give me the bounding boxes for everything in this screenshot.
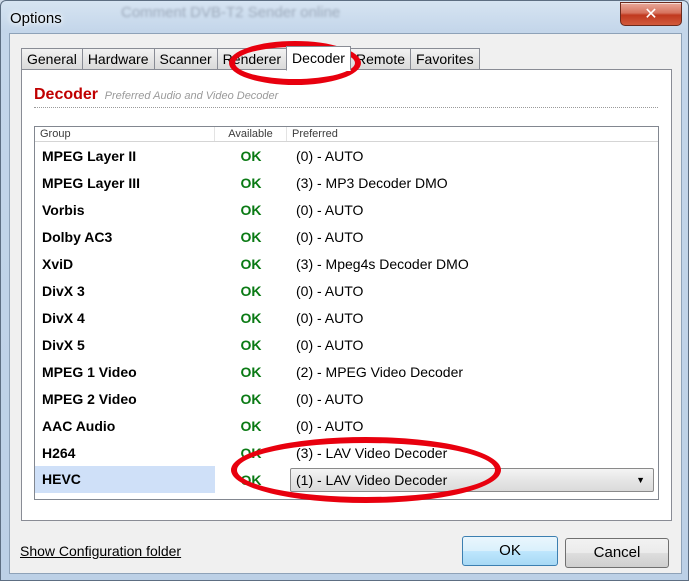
- list-row[interactable]: MPEG 2 Video OK (0) - AUTO: [35, 385, 658, 412]
- column-header-preferred[interactable]: Preferred: [287, 127, 658, 141]
- row-preferred[interactable]: (0) - AUTO: [287, 337, 658, 353]
- row-group: MPEG Layer III: [42, 174, 141, 191]
- section-divider: [34, 107, 658, 108]
- close-button[interactable]: ✕: [620, 2, 682, 26]
- row-group: Dolby AC3: [42, 228, 113, 245]
- dropdown-arrow-icon[interactable]: ▼: [636, 475, 645, 485]
- dropdown-value: (1) - LAV Video Decoder: [296, 471, 448, 488]
- list-row[interactable]: Vorbis OK (0) - AUTO: [35, 196, 658, 223]
- row-preferred[interactable]: (2) - MPEG Video Decoder: [287, 364, 658, 380]
- row-preferred[interactable]: (0) - AUTO: [287, 310, 658, 326]
- ok-button[interactable]: OK: [462, 536, 558, 566]
- row-available: OK: [240, 147, 262, 164]
- row-group: MPEG 2 Video: [42, 390, 137, 407]
- cancel-button[interactable]: Cancel: [565, 538, 669, 568]
- row-preferred[interactable]: (0) - AUTO: [287, 229, 658, 245]
- list-row[interactable]: DivX 5 OK (0) - AUTO: [35, 331, 658, 358]
- list-row[interactable]: MPEG Layer III OK (3) - MP3 Decoder DMO: [35, 169, 658, 196]
- column-header-available[interactable]: Available: [215, 127, 287, 141]
- row-group: Vorbis: [42, 201, 85, 218]
- tab-hardware[interactable]: Hardware: [81, 48, 155, 70]
- row-preferred[interactable]: (0) - AUTO: [287, 148, 658, 164]
- close-icon: ✕: [644, 6, 658, 23]
- row-available: OK: [240, 255, 262, 272]
- list-row[interactable]: MPEG Layer II OK (0) - AUTO: [35, 142, 658, 169]
- row-available: OK: [240, 444, 262, 461]
- options-window: Comment DVB-T2 Sender online Options ✕ G…: [0, 0, 689, 581]
- preferred-decoder-dropdown[interactable]: (1) - LAV Video Decoder ▼: [290, 467, 654, 492]
- row-available: OK: [240, 309, 262, 326]
- row-group: DivX 3: [42, 282, 85, 299]
- row-group: DivX 4: [42, 309, 85, 326]
- row-preferred[interactable]: (0) - AUTO: [287, 283, 658, 299]
- row-group: HEVC: [35, 466, 215, 493]
- tab-scanner[interactable]: Scanner: [153, 48, 218, 70]
- row-available: OK: [240, 201, 262, 218]
- row-preferred[interactable]: (0) - AUTO: [287, 418, 658, 434]
- row-group: AAC Audio: [42, 417, 116, 434]
- list-row-selected[interactable]: HEVC OK (1) - LAV Video Decoder ▼: [35, 466, 658, 493]
- decoder-tab-panel: Decoder Preferred Audio and Video Decode…: [21, 69, 672, 521]
- list-row[interactable]: MPEG 1 Video OK (2) - MPEG Video Decoder: [35, 358, 658, 385]
- list-row[interactable]: XviD OK (3) - Mpeg4s Decoder DMO: [35, 250, 658, 277]
- list-row[interactable]: Dolby AC3 OK (0) - AUTO: [35, 223, 658, 250]
- row-preferred[interactable]: (0) - AUTO: [287, 391, 658, 407]
- row-preferred[interactable]: (3) - Mpeg4s Decoder DMO: [287, 256, 658, 272]
- row-available: OK: [240, 174, 262, 191]
- row-group: XviD: [42, 255, 74, 272]
- row-group: H264: [42, 444, 76, 461]
- section-header: Decoder Preferred Audio and Video Decode…: [34, 86, 278, 104]
- tab-favorites[interactable]: Favorites: [410, 48, 480, 70]
- list-row[interactable]: AAC Audio OK (0) - AUTO: [35, 412, 658, 439]
- row-available: OK: [240, 282, 262, 299]
- row-preferred[interactable]: (0) - AUTO: [287, 202, 658, 218]
- row-available: OK: [240, 417, 262, 434]
- row-available: OK: [240, 336, 262, 353]
- row-group: MPEG 1 Video: [42, 363, 137, 380]
- row-group: DivX 5: [42, 336, 85, 353]
- title-bar[interactable]: Comment DVB-T2 Sender online Options ✕: [1, 1, 688, 33]
- row-preferred[interactable]: (3) - LAV Video Decoder: [287, 445, 658, 461]
- list-row[interactable]: DivX 3 OK (0) - AUTO: [35, 277, 658, 304]
- section-title: Decoder: [34, 86, 99, 103]
- decoder-list[interactable]: Group Available Preferred MPEG Layer II …: [34, 126, 659, 500]
- section-subtitle: Preferred Audio and Video Decoder: [104, 90, 279, 102]
- row-group: MPEG Layer II: [42, 147, 137, 164]
- tab-remote[interactable]: Remote: [349, 48, 411, 70]
- row-preferred[interactable]: (3) - MP3 Decoder DMO: [287, 175, 658, 191]
- tab-strip: General Hardware Scanner Renderer Decode…: [21, 46, 480, 71]
- list-row[interactable]: H264 OK (3) - LAV Video Decoder: [35, 439, 658, 466]
- row-available: OK: [240, 363, 262, 380]
- tab-general[interactable]: General: [21, 48, 83, 70]
- window-title: Options: [10, 10, 62, 27]
- row-available: OK: [240, 228, 262, 245]
- background-window-title: Comment DVB-T2 Sender online: [121, 4, 341, 21]
- tab-decoder[interactable]: Decoder: [286, 46, 351, 71]
- list-row[interactable]: DivX 4 OK (0) - AUTO: [35, 304, 658, 331]
- column-header-group[interactable]: Group: [35, 127, 215, 141]
- row-available: OK: [240, 390, 262, 407]
- row-available: OK: [240, 471, 262, 488]
- dialog-client-area: General Hardware Scanner Renderer Decode…: [9, 33, 682, 574]
- show-config-folder-link[interactable]: Show Configuration folder: [20, 543, 181, 559]
- list-header: Group Available Preferred: [35, 127, 658, 142]
- tab-renderer[interactable]: Renderer: [216, 48, 288, 70]
